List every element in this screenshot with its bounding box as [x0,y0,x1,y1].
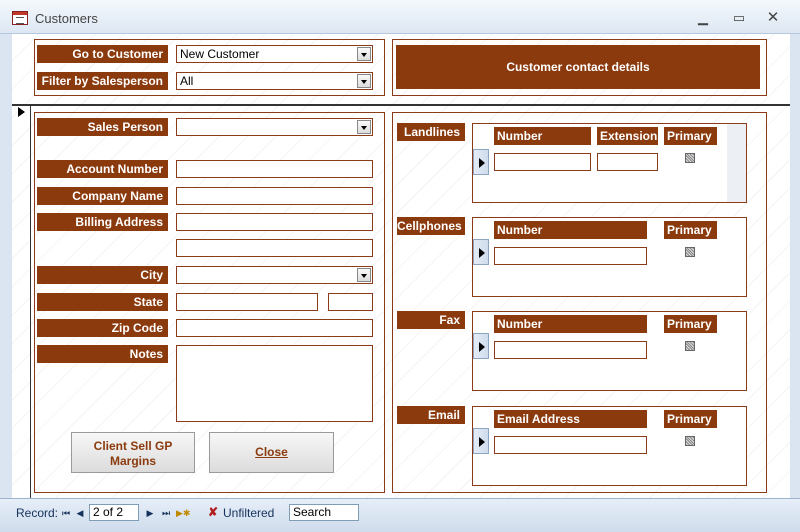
notes-label: Notes [37,345,168,363]
filter-salesperson-value: All [180,74,194,88]
close-button[interactable]: Close [209,432,334,473]
goto-customer-label: Go to Customer [37,45,168,63]
billing-address-line2-field[interactable] [176,239,373,257]
cellphones-primary-header: Primary [664,221,717,239]
landlines-extension-header: Extension [597,127,658,145]
chevron-down-icon[interactable] [357,47,371,61]
cellphones-number-header: Number [494,221,647,239]
fax-number-field[interactable] [494,341,647,359]
sales-person-combo[interactable] [176,118,373,136]
landlines-label: Landlines [397,123,465,141]
chevron-down-icon[interactable] [357,120,371,134]
city-label: City [37,266,168,284]
fax-primary-header: Primary [664,315,717,333]
fax-number-header: Number [494,315,647,333]
zip-code-label: Zip Code [37,319,168,337]
email-record-selector-icon[interactable] [473,428,489,454]
client-sell-button-line1: Client Sell GP [93,439,173,453]
filter-salesperson-label: Filter by Salesperson [37,72,168,90]
record-selector-icon[interactable] [18,107,25,117]
header-separator [12,104,790,106]
zip-code-field[interactable] [176,319,373,337]
record-navigation-bar: Record: ⏮ ◀ 2 of 2 ▶ ⏭ ▶✱ ✘ Unfiltered S… [0,498,800,532]
landlines-extension-field[interactable] [597,153,658,171]
maximize-icon[interactable]: ▭ [726,8,752,28]
customer-contact-details-button[interactable]: Customer contact details [396,45,760,89]
billing-address-label: Billing Address [37,213,168,231]
filter-icon[interactable]: ✘ [206,504,220,520]
form-icon [12,11,28,25]
email-address-field[interactable] [494,436,647,454]
current-record-field[interactable]: 2 of 2 [89,504,139,521]
left-frame [0,34,12,498]
client-sell-button-line2: Margins [109,454,156,468]
billing-address-line1-field[interactable] [176,213,373,231]
landlines-primary-header: Primary [664,127,717,145]
cellphones-primary-checkbox[interactable] [685,247,695,257]
cellphones-record-selector-icon[interactable] [473,239,489,265]
last-record-icon[interactable]: ⏭ [160,505,172,521]
search-input[interactable]: Search [289,504,359,521]
landlines-number-header: Number [494,127,591,145]
account-number-label: Account Number [37,160,168,178]
state-label: State [37,293,168,311]
fax-primary-checkbox[interactable] [685,341,695,351]
email-primary-checkbox[interactable] [685,436,695,446]
close-icon[interactable]: ✕ [760,8,786,28]
landlines-record-selector-icon[interactable] [473,149,489,175]
state-code-field[interactable] [328,293,373,311]
right-frame [790,34,800,498]
filter-status[interactable]: Unfiltered [223,505,274,521]
goto-customer-combo[interactable]: New Customer [176,45,373,63]
record-label: Record: [16,506,59,520]
landlines-primary-checkbox[interactable] [685,153,695,163]
state-field[interactable] [176,293,318,311]
sales-person-label: Sales Person [37,118,168,136]
landlines-number-field[interactable] [494,153,591,171]
email-label: Email [397,406,465,424]
chevron-down-icon[interactable] [357,74,371,88]
goto-customer-value: New Customer [180,47,260,61]
account-number-field[interactable] [176,160,373,178]
new-record-icon[interactable]: ▶✱ [176,505,190,521]
minimize-icon[interactable]: ▁ [690,8,716,28]
fax-record-selector-icon[interactable] [473,333,489,359]
email-address-header: Email Address [494,410,647,428]
client-sell-gp-margins-button[interactable]: Client Sell GP Margins [71,432,195,473]
title-bar: Customers ▁ ▭ ✕ [0,0,800,34]
previous-record-icon[interactable]: ◀ [75,505,85,521]
notes-field[interactable] [176,345,373,422]
cellphones-number-field[interactable] [494,247,647,265]
chevron-down-icon[interactable] [357,268,371,282]
company-name-field[interactable] [176,187,373,205]
record-selector-separator [30,104,31,498]
email-primary-header: Primary [664,410,717,428]
city-combo[interactable] [176,266,373,284]
cellphones-label: Cellphones [397,217,465,235]
fax-label: Fax [397,311,465,329]
next-record-icon[interactable]: ▶ [145,505,155,521]
company-name-label: Company Name [37,187,168,205]
window-title: Customers [35,11,98,26]
landlines-scrollbar[interactable] [727,124,746,202]
first-record-icon[interactable]: ⏮ [60,505,72,521]
filter-salesperson-combo[interactable]: All [176,72,373,90]
